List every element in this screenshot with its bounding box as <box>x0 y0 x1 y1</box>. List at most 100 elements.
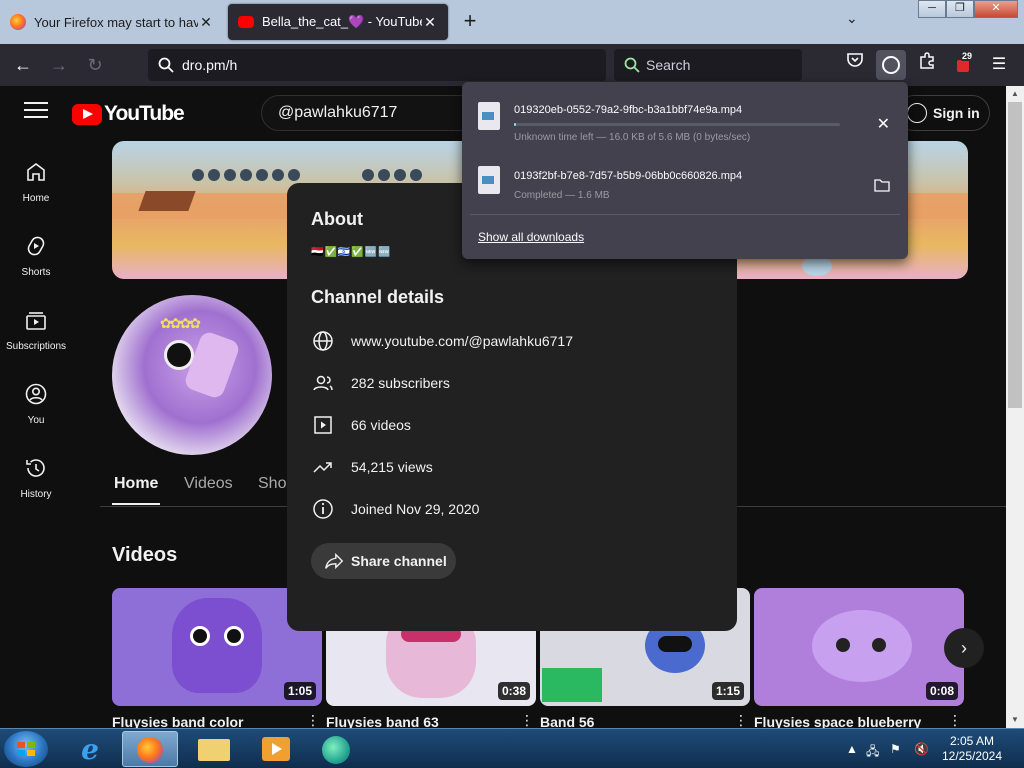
download-filename: 019320eb-0552-79a2-9fbc-b3a1bbf74e9a.mp4 <box>514 104 743 116</box>
download-item[interactable]: 0193f2bf-b7e8-7d57-b5b9-06bb0c660826.mp4… <box>462 152 908 210</box>
share-label: Share channel <box>351 553 447 569</box>
sign-in-label: Sign in <box>933 105 980 121</box>
video-file-icon <box>478 102 500 130</box>
shorts-icon <box>27 236 45 256</box>
more-options-icon[interactable]: ⋮ <box>734 712 748 728</box>
forward-icon[interactable]: → <box>46 52 72 78</box>
more-options-icon[interactable]: ⋮ <box>306 712 320 728</box>
close-icon[interactable]: ✕ <box>198 14 214 31</box>
sidebar-item-label: Subscriptions <box>5 341 67 352</box>
sidebar-item-label: You <box>27 415 45 426</box>
clock-date: 12/25/2024 <box>941 749 1003 763</box>
share-channel-button[interactable]: Share channel <box>311 543 456 579</box>
scrollbar-thumb[interactable] <box>1008 102 1022 408</box>
youtube-logo[interactable]: YouTube <box>72 102 185 126</box>
firefox-icon <box>10 14 26 30</box>
page-scrollbar[interactable]: ▲ ▼ <box>1006 86 1024 728</box>
sign-in-button[interactable]: Sign in <box>896 95 990 131</box>
tab-youtube[interactable]: Bella_the_cat_💜 - YouTube ✕ <box>228 4 448 40</box>
reload-icon[interactable]: ↻ <box>82 52 108 78</box>
videos-section-heading: Videos <box>112 544 178 566</box>
system-clock[interactable]: 2:05 AM 12/25/2024 <box>940 734 1004 764</box>
detail-videos: 66 videos <box>311 413 411 437</box>
new-tab-button[interactable]: + <box>456 8 484 36</box>
app-icon[interactable] <box>310 731 366 767</box>
close-icon[interactable]: ✕ <box>422 14 438 31</box>
internet-explorer-icon[interactable]: e <box>62 731 118 767</box>
search-bar[interactable]: Search <box>614 49 802 81</box>
hamburger-menu-icon[interactable] <box>24 102 48 120</box>
minimize-button[interactable]: ─ <box>918 0 946 18</box>
sidebar-item-home[interactable]: Home <box>0 160 72 204</box>
volume-muted-icon[interactable]: 🔇 <box>914 742 929 756</box>
media-player-icon[interactable] <box>248 731 304 767</box>
search-icon <box>158 57 174 73</box>
navigation-toolbar: ← → ↻ dro.pm/h Search ☰ <box>0 44 1024 86</box>
about-title: About <box>311 209 363 229</box>
extensions-icon[interactable] <box>912 50 942 80</box>
chevron-down-icon[interactable]: ⌄ <box>846 10 858 27</box>
file-explorer-icon[interactable] <box>186 731 242 767</box>
sidebar-item-subscriptions[interactable]: Subscriptions <box>0 308 72 352</box>
video-duration: 1:05 <box>283 682 316 700</box>
search-placeholder: Search <box>646 57 691 73</box>
folder-icon[interactable] <box>874 178 890 197</box>
channel-description: 🇾🇪✅🇮🇱✅🆕🆕 <box>311 247 392 258</box>
video-title[interactable]: Band 56 <box>540 714 594 728</box>
sidebar-item-shorts[interactable]: Shorts <box>0 234 72 278</box>
start-button[interactable] <box>4 731 48 767</box>
subscriptions-icon <box>26 312 46 330</box>
scroll-down-icon[interactable]: ▼ <box>1006 712 1024 728</box>
window-controls: ─ ❐ ✕ <box>918 0 1018 18</box>
downloads-button[interactable] <box>876 50 906 80</box>
detail-joined: Joined Nov 29, 2020 <box>311 497 479 521</box>
home-icon <box>27 163 45 181</box>
sidebar-item-label: History <box>20 489 52 500</box>
maximize-button[interactable]: ❐ <box>946 0 974 18</box>
video-file-icon <box>478 166 500 194</box>
scroll-up-icon[interactable]: ▲ <box>1006 86 1024 102</box>
youtube-icon <box>238 16 254 28</box>
action-center-flag-icon[interactable]: ⚑ <box>890 742 901 756</box>
video-duration: 1:15 <box>711 682 744 700</box>
video-icon <box>314 416 332 434</box>
tab-videos[interactable]: Videos <box>184 475 233 493</box>
show-hidden-icons-icon[interactable]: ▲ <box>846 742 858 756</box>
subscribers-icon <box>313 375 333 391</box>
network-icon[interactable]: 🖧 <box>866 742 879 763</box>
you-icon <box>25 383 47 405</box>
download-progress-bar <box>514 123 840 126</box>
more-options-icon[interactable]: ⋮ <box>948 712 962 728</box>
search-engine-icon <box>624 57 640 73</box>
more-options-icon[interactable]: ⋮ <box>520 712 534 728</box>
video-title[interactable]: Fluysies band 63 <box>326 714 439 728</box>
tab-shorts[interactable]: Sho <box>258 475 286 493</box>
detail-url[interactable]: www.youtube.com/@pawlahku6717 <box>311 329 573 353</box>
video-title[interactable]: Fluysies band color <box>112 714 243 728</box>
detail-text: Joined Nov 29, 2020 <box>351 501 480 517</box>
tab-home[interactable]: Home <box>114 475 158 493</box>
tab-firefox-notice[interactable]: Your Firefox may start to have p ✕ <box>0 4 224 40</box>
download-item[interactable]: 019320eb-0552-79a2-9fbc-b3a1bbf74e9a.mp4… <box>462 88 908 146</box>
chevron-right-icon[interactable]: › <box>944 628 984 668</box>
firefox-taskbar-icon[interactable] <box>122 731 178 767</box>
channel-avatar[interactable]: ✿✿✿✿ <box>112 295 272 455</box>
pocket-icon[interactable] <box>840 50 870 80</box>
menu-icon[interactable]: ☰ <box>984 50 1014 80</box>
video-duration: 0:08 <box>925 682 958 700</box>
youtube-play-icon <box>72 103 102 125</box>
trending-icon <box>313 462 332 473</box>
window-close-button[interactable]: ✕ <box>974 0 1018 18</box>
show-all-downloads-link[interactable]: Show all downloads <box>478 230 584 244</box>
cancel-icon[interactable]: ✕ <box>877 114 890 134</box>
video-title[interactable]: Fluysies space blueberry <box>754 714 921 728</box>
video-thumbnail[interactable]: 0:08 <box>754 588 964 706</box>
detail-text: 54,215 views <box>351 459 433 475</box>
sidebar-item-history[interactable]: History <box>0 456 72 500</box>
sidebar-item-you[interactable]: You <box>0 382 72 426</box>
back-icon[interactable]: ← <box>10 52 36 78</box>
active-tab-indicator <box>112 503 160 505</box>
video-duration: 0:38 <box>497 682 530 700</box>
url-bar[interactable]: dro.pm/h <box>148 49 606 81</box>
info-icon <box>313 499 333 519</box>
